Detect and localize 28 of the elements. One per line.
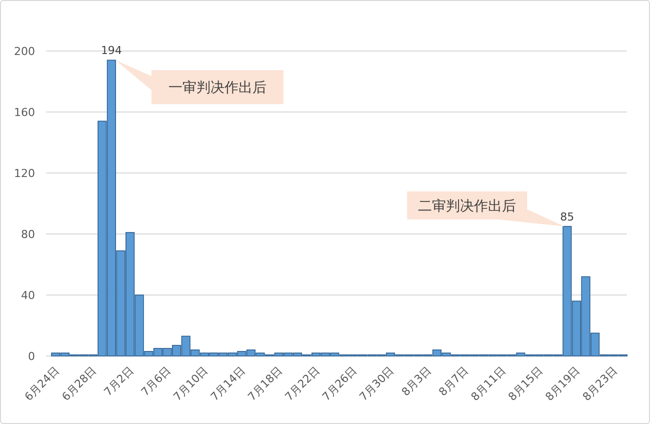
x-tick-label: 8月19日 (542, 364, 583, 404)
x-tick-label: 7月6日 (138, 364, 174, 399)
x-tick-label: 8月15日 (506, 364, 546, 404)
y-tick-label: 0 (28, 350, 35, 363)
x-tick-label: 7月30日 (356, 364, 397, 404)
annotation: 一审判决作出后 (168, 80, 266, 96)
x-tick-label: 8月3日 (399, 364, 434, 399)
x-tick-label: 7月18日 (245, 364, 285, 404)
x-tick-label: 7月2日 (102, 364, 136, 399)
x-tick-label: 7月26日 (320, 364, 360, 404)
x-tick-label: 6月28日 (59, 364, 99, 404)
x-tick-label: 8月11日 (468, 364, 508, 404)
data-label: 85 (560, 210, 574, 224)
callout: 一审判决作出后 (115, 60, 284, 104)
x-tick-label: 8月23日 (580, 364, 620, 404)
y-tick-label: 80 (21, 228, 35, 241)
y-tick-label: 120 (14, 167, 35, 180)
bar (162, 348, 172, 356)
x-tick-label: 7月14日 (208, 364, 248, 404)
y-tick-label: 200 (14, 45, 35, 58)
data-label: 194 (100, 44, 122, 58)
x-tick-label: 6月24日 (22, 364, 62, 404)
annotation: 二审判决作出后 (418, 198, 516, 214)
x-tick-label: 7月10日 (170, 364, 211, 404)
x-tick-label: 8月7日 (436, 364, 471, 399)
y-tick-label: 160 (14, 106, 35, 119)
y-tick-label: 40 (21, 289, 35, 302)
x-tick-label: 7月22日 (282, 364, 322, 404)
